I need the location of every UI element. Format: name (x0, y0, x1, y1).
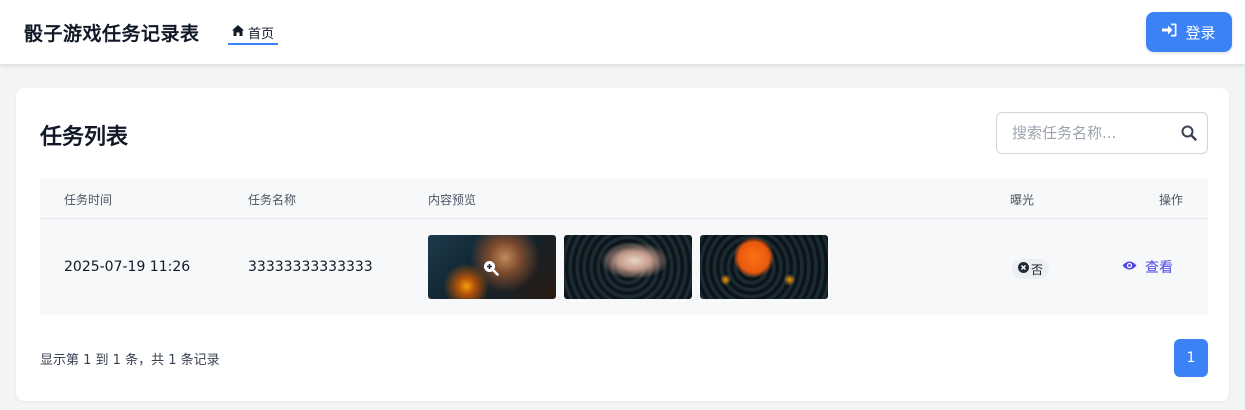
column-header-actions: 操作 (1159, 193, 1184, 207)
task-name: 33333333333333 (248, 259, 373, 275)
login-label: 登录 (1185, 23, 1216, 42)
pagination-summary: 显示第 1 到 1 条，共 1 条记录 (40, 353, 220, 368)
nav-home-label: 首页 (248, 27, 275, 42)
search-icon[interactable] (1181, 125, 1197, 145)
x-circle-icon (1018, 262, 1029, 276)
page-title: 任务列表 (40, 125, 129, 150)
search-box (996, 112, 1208, 154)
table-row: 2025-07-19 11:26 33333333333333 否 查看 (40, 219, 1208, 315)
zoom-in-icon[interactable] (483, 260, 499, 280)
home-icon (232, 23, 244, 40)
exposure-badge: 否 (1012, 259, 1050, 279)
column-header-name: 任务名称 (248, 193, 297, 207)
preview-image-1[interactable] (428, 235, 556, 299)
preview-image-3[interactable] (700, 235, 828, 299)
page-button-1[interactable]: 1 (1174, 339, 1208, 377)
login-button[interactable]: 登录 (1146, 12, 1232, 52)
top-navbar: 骰子游戏任务记录表 首页 登录 (0, 0, 1245, 64)
column-header-preview: 内容预览 (428, 193, 477, 207)
table-header: 任务时间 任务名称 内容预览 曝光 操作 (40, 178, 1208, 219)
task-time: 2025-07-19 11:26 (64, 259, 191, 275)
column-header-time: 任务时间 (64, 193, 113, 207)
task-list-card: 任务列表 任务时间 任务名称 内容预览 曝光 操作 2025-07-19 11:… (16, 88, 1229, 401)
sign-in-icon (1162, 23, 1177, 41)
search-input[interactable] (997, 113, 1177, 153)
nav-home-link[interactable]: 首页 (228, 23, 279, 45)
column-header-exposure: 曝光 (1010, 193, 1035, 207)
content-preview (428, 235, 828, 299)
eye-icon (1122, 259, 1137, 275)
view-button[interactable]: 查看 (1122, 257, 1173, 277)
exposure-value: 否 (1031, 262, 1044, 277)
app-title: 骰子游戏任务记录表 (24, 23, 200, 45)
preview-image-2[interactable] (564, 235, 692, 299)
view-label: 查看 (1145, 260, 1173, 276)
